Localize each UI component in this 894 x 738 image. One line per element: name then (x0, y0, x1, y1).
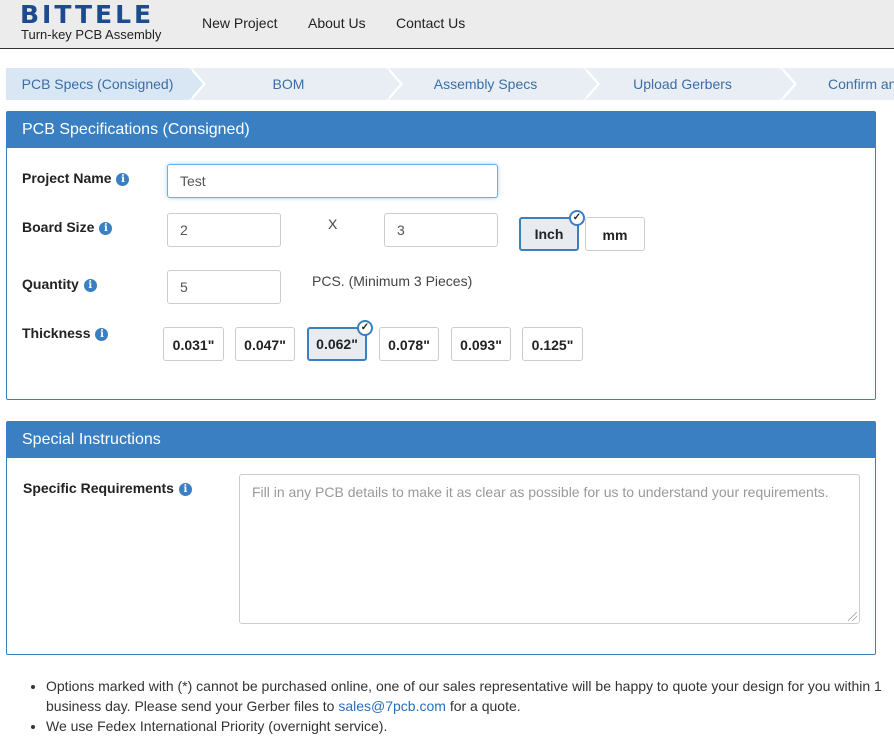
step-label: Assembly Specs (433, 76, 538, 92)
resize-grip-icon[interactable] (848, 612, 857, 621)
quantity-label: Quantity i (22, 276, 97, 292)
nav-about-us[interactable]: About Us (308, 15, 366, 31)
specific-requirements-textarea[interactable]: Fill in any PCB details to make it as cl… (239, 474, 860, 624)
step-label: Confirm an (828, 76, 894, 92)
info-icon[interactable]: i (95, 328, 109, 341)
thickness-label: Thickness i (22, 325, 109, 341)
thickness-option[interactable]: 0.125" (522, 327, 583, 361)
info-icon[interactable]: i (83, 279, 97, 292)
wizard-steps: PCB Specs (Consigned) BOM Assembly Specs… (6, 68, 894, 100)
textarea-placeholder: Fill in any PCB details to make it as cl… (252, 484, 829, 500)
thickness-option[interactable]: 0.078" (379, 327, 439, 361)
logo-wordmark: BITTELE (20, 0, 155, 29)
info-icon[interactable]: i (116, 173, 130, 186)
step-confirm[interactable]: Confirm an (782, 68, 894, 100)
option-label: mm (602, 227, 628, 243)
step-label: PCB Specs (Consigned) (21, 76, 174, 92)
info-icon[interactable]: i (178, 483, 192, 496)
bittele-logo[interactable]: BITTELE Turn-key PCB Assembly (20, 2, 180, 44)
option-label: 0.062" (316, 336, 358, 352)
label-text: Project Name (22, 170, 112, 186)
note-text: for a quote. (445, 698, 521, 714)
option-label: 0.125" (531, 337, 574, 353)
option-label: Inch (534, 226, 564, 242)
site-header: BITTELE Turn-key PCB Assembly New Projec… (0, 0, 894, 49)
step-bom[interactable]: BOM (191, 68, 403, 100)
nav-contact-us[interactable]: Contact Us (396, 15, 465, 31)
panel-title: Special Instructions (7, 422, 875, 458)
option-label: 0.078" (388, 337, 430, 353)
unit-mm-button[interactable]: mm (585, 217, 645, 251)
thickness-option[interactable]: 0.093" (451, 327, 511, 361)
project-name-label: Project Name i (22, 170, 130, 186)
thickness-option[interactable]: 0.047" (235, 327, 295, 361)
footnotes: Options marked with (*) cannot be purcha… (46, 676, 886, 736)
label-text: Quantity (22, 276, 79, 292)
sales-email-link[interactable]: sales@7pcb.com (338, 698, 446, 714)
label-text: Board Size (22, 219, 95, 235)
pcb-specs-panel: PCB Specifications (Consigned) (6, 111, 876, 400)
note-item: Options marked with (*) cannot be purcha… (46, 676, 886, 716)
note-item: We use Fedex International Priority (ove… (46, 716, 886, 736)
label-text: Thickness (22, 325, 91, 341)
size-separator: X (328, 216, 338, 232)
board-width-input[interactable] (167, 213, 281, 247)
specific-requirements-label: Specific Requirements i (23, 480, 192, 496)
logo-tagline: Turn-key PCB Assembly (21, 27, 162, 42)
panel-title: PCB Specifications (Consigned) (7, 112, 875, 148)
step-pcb-specs[interactable]: PCB Specs (Consigned) (6, 68, 206, 100)
option-label: 0.093" (460, 337, 502, 353)
unit-inch-button[interactable]: Inch ✓ (519, 210, 585, 251)
option-label: 0.047" (244, 337, 286, 353)
info-icon[interactable]: i (99, 222, 113, 235)
checkmark-icon: ✓ (357, 320, 373, 336)
nav-new-project[interactable]: New Project (202, 15, 277, 31)
step-label: BOM (272, 76, 305, 92)
board-size-label: Board Size i (22, 219, 113, 235)
thickness-option[interactable]: 0.031" (163, 327, 224, 361)
quantity-note: PCS. (Minimum 3 Pieces) (312, 273, 473, 289)
option-label: 0.031" (172, 337, 215, 353)
checkmark-icon: ✓ (569, 210, 585, 226)
quantity-input[interactable] (167, 270, 281, 304)
step-label: Upload Gerbers (633, 76, 732, 92)
step-upload-gerbers[interactable]: Upload Gerbers (585, 68, 797, 100)
step-assembly-specs[interactable]: Assembly Specs (388, 68, 600, 100)
project-name-input[interactable] (167, 164, 498, 198)
board-height-input[interactable] (384, 213, 498, 247)
thickness-option-selected[interactable]: 0.062" ✓ (307, 320, 373, 361)
label-text: Specific Requirements (23, 480, 174, 496)
